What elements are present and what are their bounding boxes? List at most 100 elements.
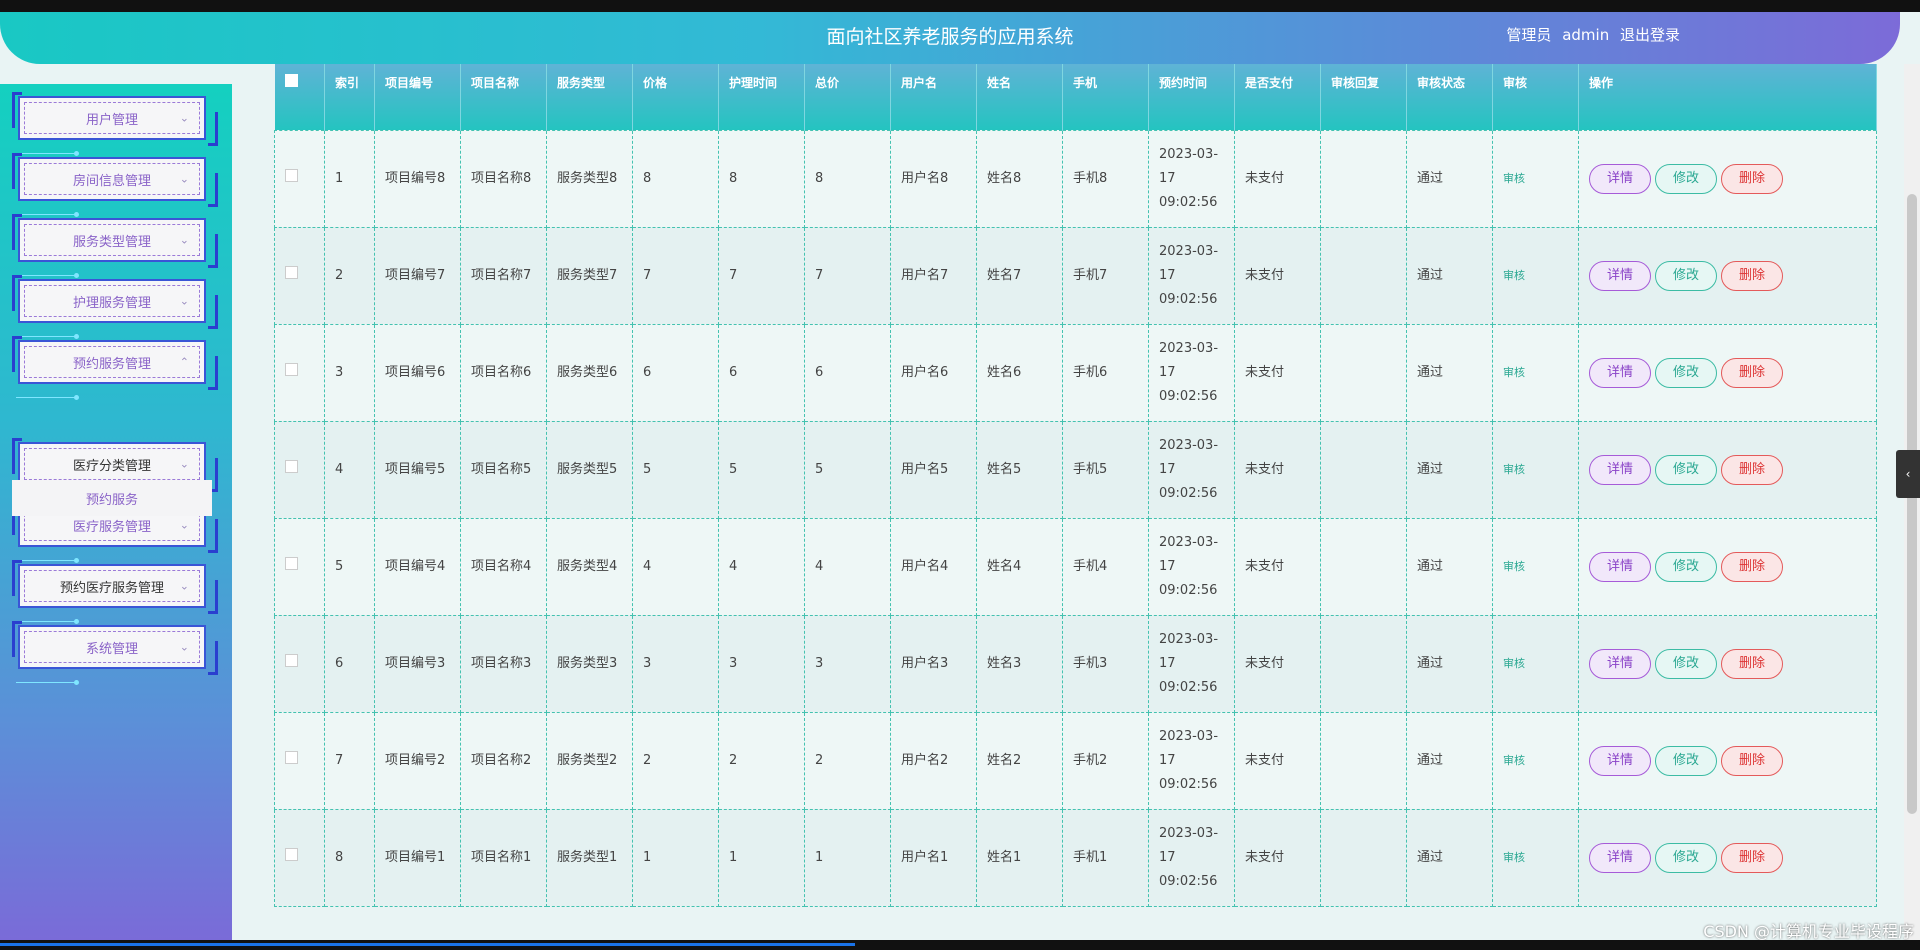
column-header: 审核 xyxy=(1492,64,1579,130)
table-cell-name: 项目名称3 xyxy=(460,614,547,713)
table-cell-paid: 未支付 xyxy=(1234,517,1321,616)
submenu-item-booking[interactable]: 预约服务 xyxy=(12,480,212,516)
audit-link[interactable]: 审核 xyxy=(1503,269,1525,282)
table-cell-date: 2023-03-17 09:02:56 xyxy=(1148,808,1235,907)
row-checkbox[interactable] xyxy=(285,459,298,473)
detail-button[interactable]: 详情 xyxy=(1589,648,1651,679)
window-bottom-edge xyxy=(0,940,1920,950)
table-row: 5 项目编号4 项目名称4 服务类型4 4 4 4 用户名4 姓名4 手机4 2023-03-17 … xyxy=(274,517,1877,616)
table-cell-reply xyxy=(1320,420,1407,519)
detail-button[interactable]: 详情 xyxy=(1589,163,1651,194)
audit-link[interactable]: 审核 xyxy=(1503,657,1525,670)
scrollbar-thumb[interactable] xyxy=(1907,194,1917,814)
detail-button[interactable]: 详情 xyxy=(1589,260,1651,291)
table-cell-phone: 手机1 xyxy=(1062,808,1149,907)
chevron-down-icon: ⌄ xyxy=(179,294,189,308)
table-cell-status: 通过 xyxy=(1406,129,1493,228)
detail-button[interactable]: 详情 xyxy=(1589,745,1651,776)
table-cell-date: 2023-03-17 09:02:56 xyxy=(1148,517,1235,616)
sidebar-item[interactable]: 护理服务管理 ⌄ xyxy=(12,275,218,339)
sidebar-item[interactable]: 系统管理 ⌄ xyxy=(12,621,218,685)
delete-button[interactable]: 删除 xyxy=(1721,163,1783,194)
table-cell-phone: 手机5 xyxy=(1062,420,1149,519)
row-checkbox[interactable] xyxy=(285,750,298,764)
sidebar-item[interactable]: 服务类型管理 ⌄ xyxy=(12,214,218,278)
row-checkbox[interactable] xyxy=(285,265,298,279)
table-cell-price: 1 xyxy=(632,808,719,907)
detail-button[interactable]: 详情 xyxy=(1589,454,1651,485)
actions-cell: 详情 修改 删除 xyxy=(1578,226,1877,325)
edit-button[interactable]: 修改 xyxy=(1655,260,1717,291)
table-row: 8 项目编号1 项目名称1 服务类型1 1 1 1 用户名1 姓名1 手机1 2023-03-17 … xyxy=(274,808,1877,907)
row-select-cell xyxy=(274,614,325,713)
audit-cell: 审核 xyxy=(1492,420,1579,519)
table-cell-paid: 未支付 xyxy=(1234,711,1321,810)
table-cell-total: 3 xyxy=(804,614,891,713)
table-cell-date: 2023-03-17 09:02:56 xyxy=(1148,226,1235,325)
column-header: 操作 xyxy=(1578,64,1877,130)
edit-button[interactable]: 修改 xyxy=(1655,745,1717,776)
table-cell-phone: 手机7 xyxy=(1062,226,1149,325)
menu-line-decoration xyxy=(16,680,79,685)
delete-button[interactable]: 删除 xyxy=(1721,745,1783,776)
audit-cell: 审核 xyxy=(1492,711,1579,810)
edit-button[interactable]: 修改 xyxy=(1655,357,1717,388)
audit-link[interactable]: 审核 xyxy=(1503,172,1525,185)
table-cell-time: 4 xyxy=(718,517,805,616)
delete-button[interactable]: 删除 xyxy=(1721,842,1783,873)
delete-button[interactable]: 删除 xyxy=(1721,648,1783,679)
audit-link[interactable]: 审核 xyxy=(1503,463,1525,476)
logout-link[interactable]: 退出登录 xyxy=(1620,26,1680,44)
chevron-down-icon: ⌄ xyxy=(179,640,189,654)
row-checkbox[interactable] xyxy=(285,847,298,861)
detail-button[interactable]: 详情 xyxy=(1589,551,1651,582)
table-cell-total: 2 xyxy=(804,711,891,810)
edit-button[interactable]: 修改 xyxy=(1655,551,1717,582)
table-cell-paid: 未支付 xyxy=(1234,614,1321,713)
table-cell-date: 2023-03-17 09:02:56 xyxy=(1148,614,1235,713)
vertical-scrollbar[interactable] xyxy=(1904,64,1920,940)
row-select-cell xyxy=(274,808,325,907)
row-checkbox[interactable] xyxy=(285,362,298,376)
detail-button[interactable]: 详情 xyxy=(1589,842,1651,873)
row-checkbox[interactable] xyxy=(285,168,298,182)
row-checkbox[interactable] xyxy=(285,556,298,570)
sidebar-item[interactable]: 预约服务管理 ⌃ xyxy=(12,336,218,400)
sidebar-item[interactable]: 用户管理 ⌄ xyxy=(12,92,218,156)
username: admin xyxy=(1562,26,1610,44)
table-cell-user: 用户名8 xyxy=(890,129,977,228)
table-cell-time: 2 xyxy=(718,711,805,810)
audit-link[interactable]: 审核 xyxy=(1503,754,1525,767)
table-cell-idx: 7 xyxy=(324,711,375,810)
menu-corner-decoration xyxy=(208,641,218,675)
sidebar-item[interactable]: 房间信息管理 ⌄ xyxy=(12,153,218,217)
table-cell-reply xyxy=(1320,129,1407,228)
appointment-table: 索引 项目编号 项目名称 服务类型 价格 护理时间 总价 用户名 姓名 手机 预约时间 是否支付 审核回… xyxy=(274,64,1877,907)
table-cell-name: 项目名称1 xyxy=(460,808,547,907)
delete-button[interactable]: 删除 xyxy=(1721,260,1783,291)
select-all-checkbox[interactable] xyxy=(284,74,298,87)
delete-button[interactable]: 删除 xyxy=(1721,357,1783,388)
delete-button[interactable]: 删除 xyxy=(1721,551,1783,582)
edit-button[interactable]: 修改 xyxy=(1655,842,1717,873)
table-cell-time: 5 xyxy=(718,420,805,519)
table-cell-realname: 姓名2 xyxy=(976,711,1063,810)
menu-frame: 护理服务管理 ⌄ xyxy=(18,279,206,323)
chevron-down-icon: ⌄ xyxy=(179,518,189,532)
audit-cell: 审核 xyxy=(1492,226,1579,325)
edit-button[interactable]: 修改 xyxy=(1655,454,1717,485)
row-checkbox[interactable] xyxy=(285,653,298,667)
menu-corner-decoration xyxy=(208,519,218,553)
edit-button[interactable]: 修改 xyxy=(1655,648,1717,679)
menu-frame: 服务类型管理 ⌄ xyxy=(18,218,206,262)
audit-link[interactable]: 审核 xyxy=(1503,366,1525,379)
side-panel-toggle[interactable]: ‹ xyxy=(1896,450,1920,498)
table-cell-date: 2023-03-17 09:02:56 xyxy=(1148,323,1235,422)
edit-button[interactable]: 修改 xyxy=(1655,163,1717,194)
audit-link[interactable]: 审核 xyxy=(1503,851,1525,864)
table-cell-name: 项目名称8 xyxy=(460,129,547,228)
audit-link[interactable]: 审核 xyxy=(1503,560,1525,573)
delete-button[interactable]: 删除 xyxy=(1721,454,1783,485)
sidebar-item[interactable]: 预约医疗服务管理 ⌄ xyxy=(12,560,218,624)
detail-button[interactable]: 详情 xyxy=(1589,357,1651,388)
